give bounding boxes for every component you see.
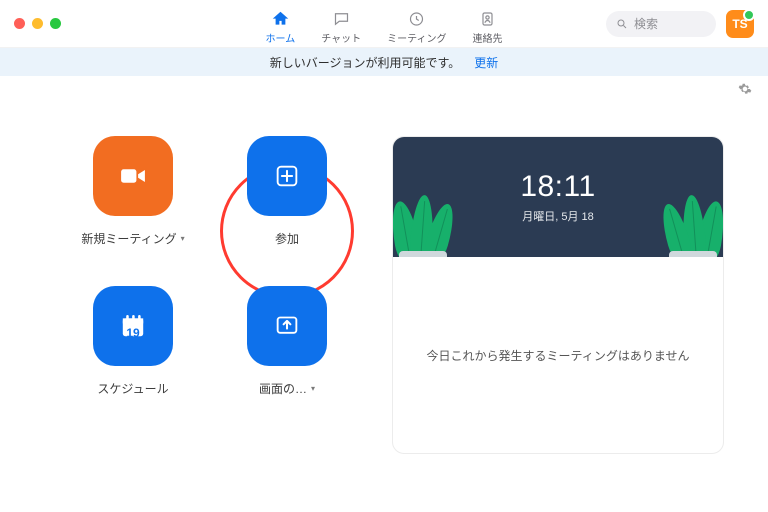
share-up-icon xyxy=(270,309,304,343)
settings-button[interactable] xyxy=(738,82,752,96)
action-join: 参加 xyxy=(222,136,352,276)
avatar[interactable]: TS xyxy=(726,10,754,38)
titlebar: ホーム チャット ミーティング 連絡先 xyxy=(0,0,768,48)
current-date: 月曜日, 5月 18 xyxy=(522,208,594,224)
join-button[interactable] xyxy=(247,136,327,216)
search-input[interactable]: 検索 xyxy=(606,11,716,37)
tab-chat-label: チャット xyxy=(321,30,361,45)
action-grid: 新規ミーティング ▾ 参加 19 スケジュール xyxy=(68,136,368,454)
share-label: 画面の… xyxy=(259,380,307,397)
plus-icon xyxy=(270,159,304,193)
calendar-day: 19 xyxy=(126,326,139,340)
action-share: 画面の… ▾ xyxy=(222,286,352,426)
new-meeting-button[interactable] xyxy=(93,136,173,216)
gear-icon xyxy=(738,82,752,96)
schedule-button[interactable]: 19 xyxy=(93,286,173,366)
current-time: 18:11 xyxy=(520,170,595,204)
plant-decoration-left xyxy=(393,149,461,257)
upcoming-panel: 18:11 月曜日, 5月 18 今日これから発生するミーティングはありません xyxy=(392,136,724,454)
join-label: 参加 xyxy=(275,230,299,247)
update-link[interactable]: 更新 xyxy=(474,54,498,71)
close-window-button[interactable] xyxy=(14,18,25,29)
avatar-initials: TS xyxy=(732,17,747,31)
contacts-icon xyxy=(479,10,497,28)
minimize-window-button[interactable] xyxy=(32,18,43,29)
update-banner-message: 新しいバージョンが利用可能です。 xyxy=(270,54,461,71)
update-banner: 新しいバージョンが利用可能です。 更新 xyxy=(0,48,768,76)
search-icon xyxy=(616,18,628,30)
schedule-label: スケジュール xyxy=(97,380,168,397)
new-meeting-label: 新規ミーティング xyxy=(81,230,176,247)
window-controls xyxy=(14,18,61,29)
tab-home[interactable]: ホーム xyxy=(265,10,295,45)
tab-home-label: ホーム xyxy=(265,30,295,45)
chevron-down-icon[interactable]: ▾ xyxy=(181,234,185,243)
tab-chat[interactable]: チャット xyxy=(321,10,361,45)
maximize-window-button[interactable] xyxy=(50,18,61,29)
search-placeholder: 検索 xyxy=(634,15,658,32)
nav-tabs: ホーム チャット ミーティング 連絡先 xyxy=(265,2,502,45)
main-area: 新規ミーティング ▾ 参加 19 スケジュール xyxy=(0,76,768,454)
tab-contacts-label: 連絡先 xyxy=(473,30,503,45)
clock-icon xyxy=(408,10,426,28)
clock-panel: 18:11 月曜日, 5月 18 xyxy=(393,137,723,257)
share-screen-button[interactable] xyxy=(247,286,327,366)
home-icon xyxy=(271,10,289,28)
app-window: ホーム チャット ミーティング 連絡先 xyxy=(0,0,768,512)
action-new-meeting: 新規ミーティング ▾ xyxy=(68,136,198,276)
no-meetings-text: 今日これから発生するミーティングはありません xyxy=(427,347,690,364)
tab-contacts[interactable]: 連絡先 xyxy=(473,10,503,45)
chat-icon xyxy=(332,10,350,28)
tab-meetings-label: ミーティング xyxy=(387,30,446,45)
chevron-down-icon[interactable]: ▾ xyxy=(311,384,315,393)
plant-decoration-right xyxy=(655,149,723,257)
upcoming-list: 今日これから発生するミーティングはありません xyxy=(393,257,723,453)
tab-meetings[interactable]: ミーティング xyxy=(387,10,446,45)
video-icon xyxy=(116,159,150,193)
action-schedule: 19 スケジュール xyxy=(68,286,198,426)
